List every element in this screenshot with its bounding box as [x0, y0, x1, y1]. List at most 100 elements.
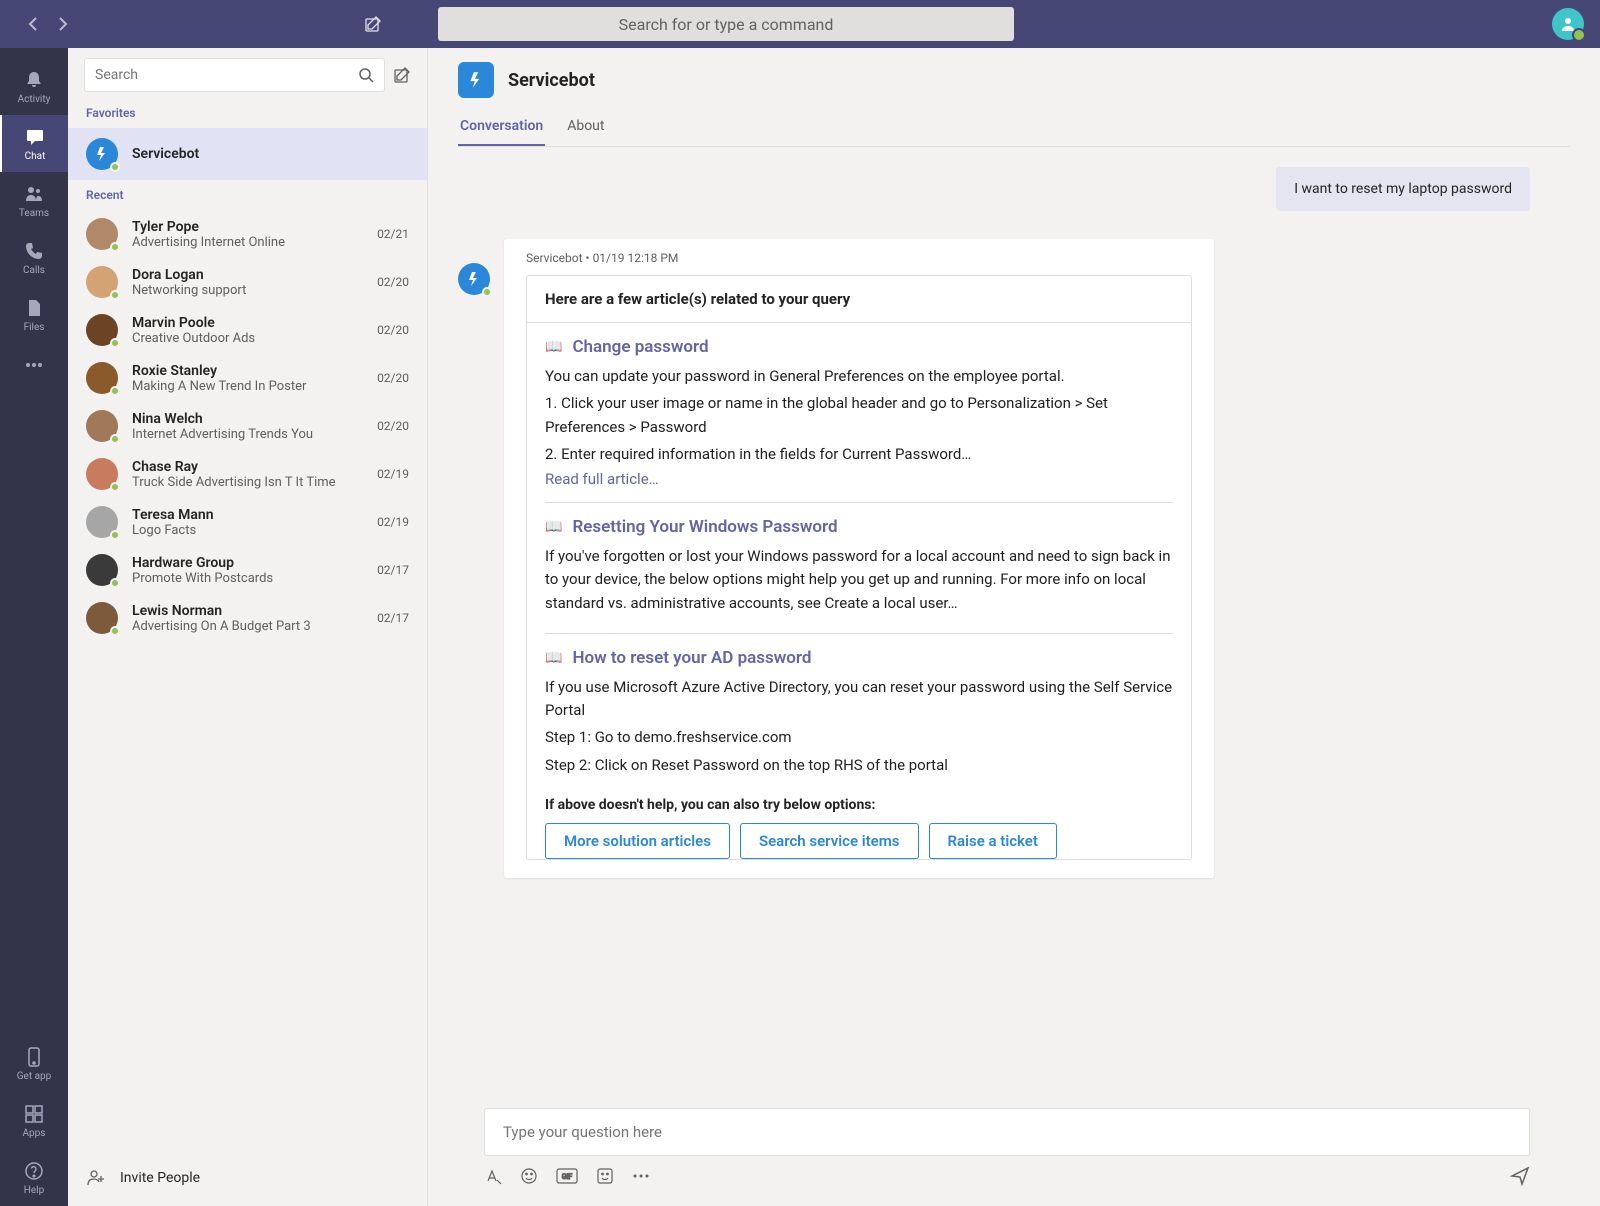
rail-teams[interactable]: Teams	[0, 172, 68, 229]
presence-indicator	[482, 287, 492, 297]
chat-name: Nina Welch	[132, 411, 363, 427]
rail-more[interactable]	[0, 343, 68, 387]
format-icon[interactable]	[484, 1167, 502, 1185]
chat-date: 02/21	[377, 227, 409, 241]
chat-date: 02/17	[377, 563, 409, 577]
chat-preview: Internet Advertising Trends You	[132, 427, 363, 442]
article: 📖Resetting Your Windows PasswordIf you'v…	[545, 517, 1173, 634]
rail-help[interactable]: Help	[0, 1149, 68, 1206]
article-title[interactable]: Change password	[572, 337, 708, 357]
invite-label: Invite People	[120, 1170, 200, 1186]
send-button[interactable]	[1510, 1166, 1530, 1186]
new-chat-icon[interactable]	[364, 15, 382, 33]
chat-list-panel: Favorites Servicebot Recent Tyler PopeAd…	[68, 48, 428, 1206]
chat-row[interactable]: Marvin PooleCreative Outdoor Ads 02/20	[68, 306, 427, 354]
chat-row[interactable]: Teresa MannLogo Facts 02/19	[68, 498, 427, 546]
chat-row[interactable]: Chase RayTruck Side Advertising Isn T It…	[68, 450, 427, 498]
servicebot-avatar	[86, 138, 118, 170]
rail-label: Files	[24, 322, 45, 333]
tab-conversation[interactable]: Conversation	[458, 110, 545, 146]
presence-indicator	[110, 530, 120, 540]
chat-avatar	[86, 602, 118, 634]
chat-name: Roxie Stanley	[132, 363, 363, 379]
chat-search-input[interactable]	[95, 67, 358, 83]
card-header: Here are a few article(s) related to you…	[527, 276, 1191, 323]
article-line: If you've forgotten or lost your Windows…	[545, 545, 1173, 615]
ellipsis-icon	[22, 353, 46, 377]
sticker-icon[interactable]	[596, 1167, 614, 1185]
presence-indicator	[110, 434, 120, 444]
compose-icon[interactable]	[393, 66, 411, 84]
compose-input[interactable]	[503, 1123, 1511, 1141]
rail-label: Calls	[23, 265, 45, 276]
rail-getapp[interactable]: Get app	[0, 1035, 68, 1092]
presence-indicator	[110, 162, 120, 172]
rail-label: Apps	[23, 1128, 46, 1139]
rail-apps[interactable]: Apps	[0, 1092, 68, 1149]
chat-date: 02/20	[377, 371, 409, 385]
chat-search[interactable]	[84, 58, 385, 92]
read-more-link[interactable]: Read full article…	[545, 470, 1173, 488]
chat-name: Teresa Mann	[132, 507, 363, 523]
chat-avatar	[86, 218, 118, 250]
recent-section-header: Recent	[68, 180, 427, 210]
rail-label: Activity	[18, 94, 51, 105]
chat-row[interactable]: Lewis NormanAdvertising On A Budget Part…	[68, 594, 427, 642]
more-icon[interactable]	[632, 1173, 650, 1179]
presence-indicator	[110, 482, 120, 492]
tab-about[interactable]: About	[565, 110, 606, 146]
chat-date: 02/19	[377, 515, 409, 529]
book-icon: 📖	[545, 650, 562, 666]
compose-box[interactable]	[484, 1108, 1530, 1156]
search-icon	[358, 67, 374, 83]
chat-preview: Logo Facts	[132, 523, 363, 538]
bot-meta-name: Servicebot	[526, 251, 583, 265]
chat-row[interactable]: Roxie StanleyMaking A New Trend In Poste…	[68, 354, 427, 402]
presence-indicator	[110, 386, 120, 396]
forward-button[interactable]	[58, 16, 68, 32]
option-button[interactable]: More solution articles	[545, 823, 730, 859]
chat-row[interactable]: Tyler PopeAdvertising Internet Online 02…	[68, 210, 427, 258]
rail-chat[interactable]: Chat	[0, 115, 68, 172]
chat-row[interactable]: Dora LoganNetworking support 02/20	[68, 258, 427, 306]
rail-calls[interactable]: Calls	[0, 229, 68, 286]
option-button[interactable]: Search service items	[740, 823, 919, 859]
adaptive-card: Here are a few article(s) related to you…	[526, 275, 1192, 860]
article-line: You can update your password in General …	[545, 365, 1173, 388]
chat-date: 02/19	[377, 467, 409, 481]
compose-toolbar: GIF	[484, 1166, 1530, 1186]
rail-label: Teams	[19, 208, 49, 219]
chat-avatar	[86, 554, 118, 586]
rail-label: Get app	[17, 1071, 52, 1082]
bot-message-avatar	[458, 263, 490, 295]
rail-activity[interactable]: Activity	[0, 58, 68, 115]
chat-row[interactable]: Nina WelchInternet Advertising Trends Yo…	[68, 402, 427, 450]
emoji-icon[interactable]	[520, 1167, 538, 1185]
mobile-icon	[22, 1045, 46, 1069]
command-search[interactable]: Search for or type a command	[438, 7, 1014, 41]
gif-icon[interactable]: GIF	[556, 1168, 578, 1184]
help-icon	[22, 1159, 46, 1183]
article-title[interactable]: How to reset your AD password	[572, 648, 811, 668]
chat-row[interactable]: Hardware GroupPromote With Postcards 02/…	[68, 546, 427, 594]
phone-icon	[22, 239, 46, 263]
conversation-body[interactable]: I want to reset my laptop password Servi…	[428, 147, 1600, 1088]
svg-text:GIF: GIF	[562, 1173, 573, 1181]
apps-icon	[22, 1102, 46, 1126]
rail-files[interactable]: Files	[0, 286, 68, 343]
invite-people[interactable]: Invite People	[68, 1150, 427, 1206]
chat-avatar	[86, 506, 118, 538]
profile-avatar[interactable]	[1552, 8, 1584, 40]
chat-preview: Networking support	[132, 283, 363, 298]
presence-indicator	[110, 290, 120, 300]
article-title[interactable]: Resetting Your Windows Password	[572, 517, 837, 537]
chat-preview: Making A New Trend In Poster	[132, 379, 363, 394]
conversation-panel: Servicebot Conversation About I want to …	[428, 48, 1600, 1206]
back-button[interactable]	[28, 16, 38, 32]
favorite-chat-servicebot[interactable]: Servicebot	[68, 128, 427, 180]
user-message: I want to reset my laptop password	[1276, 167, 1530, 211]
chat-name: Dora Logan	[132, 267, 363, 283]
option-button[interactable]: Raise a ticket	[929, 823, 1057, 859]
chat-name: Lewis Norman	[132, 603, 363, 619]
teams-icon	[22, 182, 46, 206]
